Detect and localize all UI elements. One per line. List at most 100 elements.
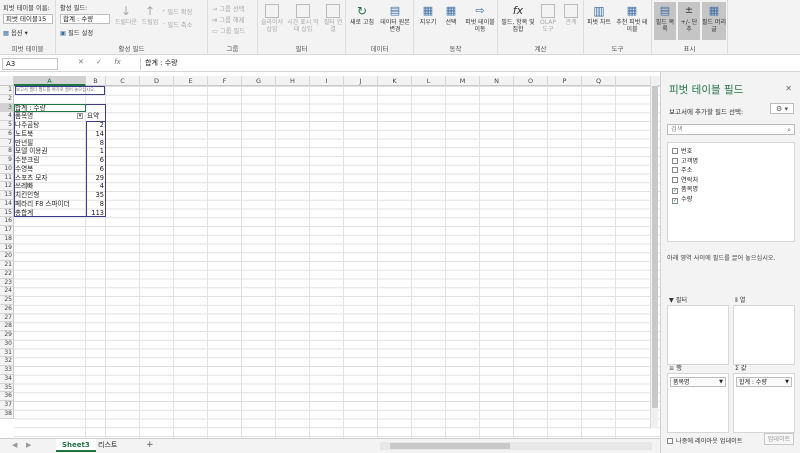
- row-header-15[interactable]: 15: [0, 208, 14, 218]
- rows-item-product[interactable]: 품목명 ▼: [670, 377, 726, 387]
- field-item[interactable]: 고객명: [672, 157, 698, 166]
- row-header-36[interactable]: 36: [0, 392, 14, 401]
- row-header-21[interactable]: 21: [0, 261, 14, 270]
- row-header-17[interactable]: 17: [0, 226, 14, 235]
- group-selection-button[interactable]: → 그룹 선택: [212, 4, 244, 13]
- checkbox-checked-icon[interactable]: ✓: [672, 188, 678, 194]
- column-header-h[interactable]: H: [276, 76, 310, 86]
- row-header-34[interactable]: 34: [0, 374, 14, 384]
- pivot-chart-button[interactable]: ▥ 피벗 차트: [586, 4, 612, 26]
- row-header-35[interactable]: 35: [0, 383, 14, 393]
- enter-icon[interactable]: ✓: [96, 58, 102, 66]
- add-sheet-button[interactable]: +: [140, 439, 160, 452]
- column-header-c[interactable]: C: [106, 76, 140, 86]
- name-box[interactable]: A3: [2, 58, 58, 70]
- checkbox-icon[interactable]: [672, 176, 678, 183]
- row-header-8[interactable]: 8: [0, 147, 14, 156]
- update-button[interactable]: 업데이트: [764, 433, 794, 445]
- row-header-9[interactable]: 9: [0, 156, 14, 165]
- row-header-2[interactable]: 2: [0, 94, 14, 104]
- row-header-11[interactable]: 11: [0, 173, 14, 183]
- column-header-d[interactable]: D: [140, 76, 174, 86]
- column-header-g[interactable]: G: [242, 76, 276, 86]
- field-item[interactable]: ✓ 수량: [672, 195, 692, 204]
- zone-filters[interactable]: [667, 305, 729, 365]
- row-header-26[interactable]: 26: [0, 304, 14, 314]
- column-header-m[interactable]: M: [446, 76, 480, 86]
- row-header-28[interactable]: 28: [0, 322, 14, 331]
- gear-icon[interactable]: ⚙ ▾: [770, 103, 794, 114]
- row-header-6[interactable]: 6: [0, 129, 14, 139]
- checkbox-icon[interactable]: [672, 157, 678, 164]
- row-header-5[interactable]: 5: [0, 121, 14, 130]
- column-header-f[interactable]: F: [208, 76, 242, 86]
- horizontal-scroll-thumb[interactable]: [390, 443, 510, 449]
- row-header-16[interactable]: 16: [0, 217, 14, 226]
- vertical-scrollbar[interactable]: [650, 76, 658, 428]
- row-header-24[interactable]: 24: [0, 287, 14, 296]
- row-header-32[interactable]: 32: [0, 357, 14, 366]
- row-header-7[interactable]: 7: [0, 138, 14, 148]
- row-header-1[interactable]: 1: [0, 86, 14, 95]
- group-field-button[interactable]: ▭ 그룹 필드: [212, 26, 245, 35]
- ungroup-button[interactable]: ⇉ 그룹 해제: [212, 15, 244, 24]
- row-header-4[interactable]: 4: [0, 112, 14, 121]
- field-search-input[interactable]: 검색 ⌕: [667, 124, 795, 135]
- insert-timeline-button[interactable]: 시간 표시 막대 삽입: [286, 4, 320, 33]
- column-header-e[interactable]: E: [174, 76, 208, 86]
- row-header-19[interactable]: 19: [0, 243, 14, 253]
- row-header-10[interactable]: 10: [0, 164, 14, 174]
- column-header-b[interactable]: B: [86, 76, 106, 86]
- refresh-button[interactable]: ↻ 새로 고침: [348, 4, 376, 26]
- row-header-33[interactable]: 33: [0, 366, 14, 375]
- expand-field-button[interactable]: ⁺ 필드 확장: [162, 7, 193, 16]
- zone-columns[interactable]: [733, 305, 795, 365]
- buttons-toggle[interactable]: ± +/- 단추: [678, 2, 700, 40]
- zone-values[interactable]: 합계 : 수량 ▼: [733, 373, 795, 433]
- row-header-23[interactable]: 23: [0, 278, 14, 288]
- values-item-quantity[interactable]: 합계 : 수량 ▼: [736, 377, 792, 387]
- clear-button[interactable]: ▦ 지우기: [416, 4, 440, 26]
- row-header-31[interactable]: 31: [0, 348, 14, 358]
- select-all-corner[interactable]: [0, 76, 14, 86]
- column-header-n[interactable]: N: [480, 76, 514, 86]
- row-header-14[interactable]: 14: [0, 199, 14, 209]
- checkbox-icon[interactable]: [672, 148, 678, 154]
- field-item[interactable]: 연락처: [672, 176, 698, 185]
- field-item[interactable]: 주소: [672, 166, 692, 175]
- row-header-25[interactable]: 25: [0, 296, 14, 305]
- column-header-q[interactable]: Q: [582, 76, 616, 86]
- row-header-27[interactable]: 27: [0, 313, 14, 323]
- collapse-field-button[interactable]: ⁻ 필드 축소: [162, 20, 193, 29]
- drill-down-button[interactable]: ↓ 드릴다운: [114, 4, 138, 26]
- vertical-scroll-thumb[interactable]: [652, 86, 658, 408]
- field-list-button[interactable]: ▤ 필드 목록: [654, 2, 676, 40]
- relationships-button[interactable]: 관계: [560, 4, 582, 26]
- row-header-29[interactable]: 29: [0, 331, 14, 340]
- column-header-i[interactable]: I: [310, 76, 344, 86]
- field-item[interactable]: ✓ 품목명: [672, 185, 698, 194]
- select-button[interactable]: ▦ 선택: [440, 4, 462, 26]
- row-header-38[interactable]: 38: [0, 409, 14, 419]
- tab-next-icon[interactable]: ▶: [20, 439, 37, 452]
- cancel-icon[interactable]: ✕: [78, 58, 84, 66]
- cell-area[interactable]: 보고서 필터 필드를 여기로 끌어 놓으십시오. 합계 : 수량 품목명 ▾ 요약 나주곰…: [14, 86, 660, 438]
- column-header-a[interactable]: A: [14, 76, 86, 86]
- column-header-l[interactable]: L: [412, 76, 446, 86]
- field-headers-toggle[interactable]: ▦ 필드 머리글: [702, 2, 726, 40]
- close-icon[interactable]: ✕: [785, 84, 792, 93]
- formula-input[interactable]: 합계 : 수량: [140, 58, 796, 70]
- checkbox-checked-icon[interactable]: ✓: [672, 197, 678, 204]
- column-header-p[interactable]: P: [548, 76, 582, 86]
- options-button[interactable]: ▦ 옵션 ▾: [3, 28, 28, 37]
- defer-layout-checkbox[interactable]: 나중에 레이아웃 업데이트: [667, 436, 743, 445]
- tab-list[interactable]: 리스트: [92, 439, 123, 452]
- column-header-k[interactable]: K: [378, 76, 412, 86]
- zone-rows[interactable]: 품목명 ▼: [667, 373, 729, 433]
- fields-items-sets-button[interactable]: fx 필드, 항목 및 집합: [500, 4, 536, 33]
- drill-up-button[interactable]: ↑ 드릴업: [140, 4, 160, 26]
- row-header-12[interactable]: 12: [0, 182, 14, 191]
- report-filter-drop-zone[interactable]: 보고서 필터 필드를 여기로 끌어 놓으십시오.: [15, 86, 105, 95]
- field-settings-button[interactable]: ▣ 필드 설정: [60, 28, 93, 37]
- column-header-o[interactable]: O: [514, 76, 548, 86]
